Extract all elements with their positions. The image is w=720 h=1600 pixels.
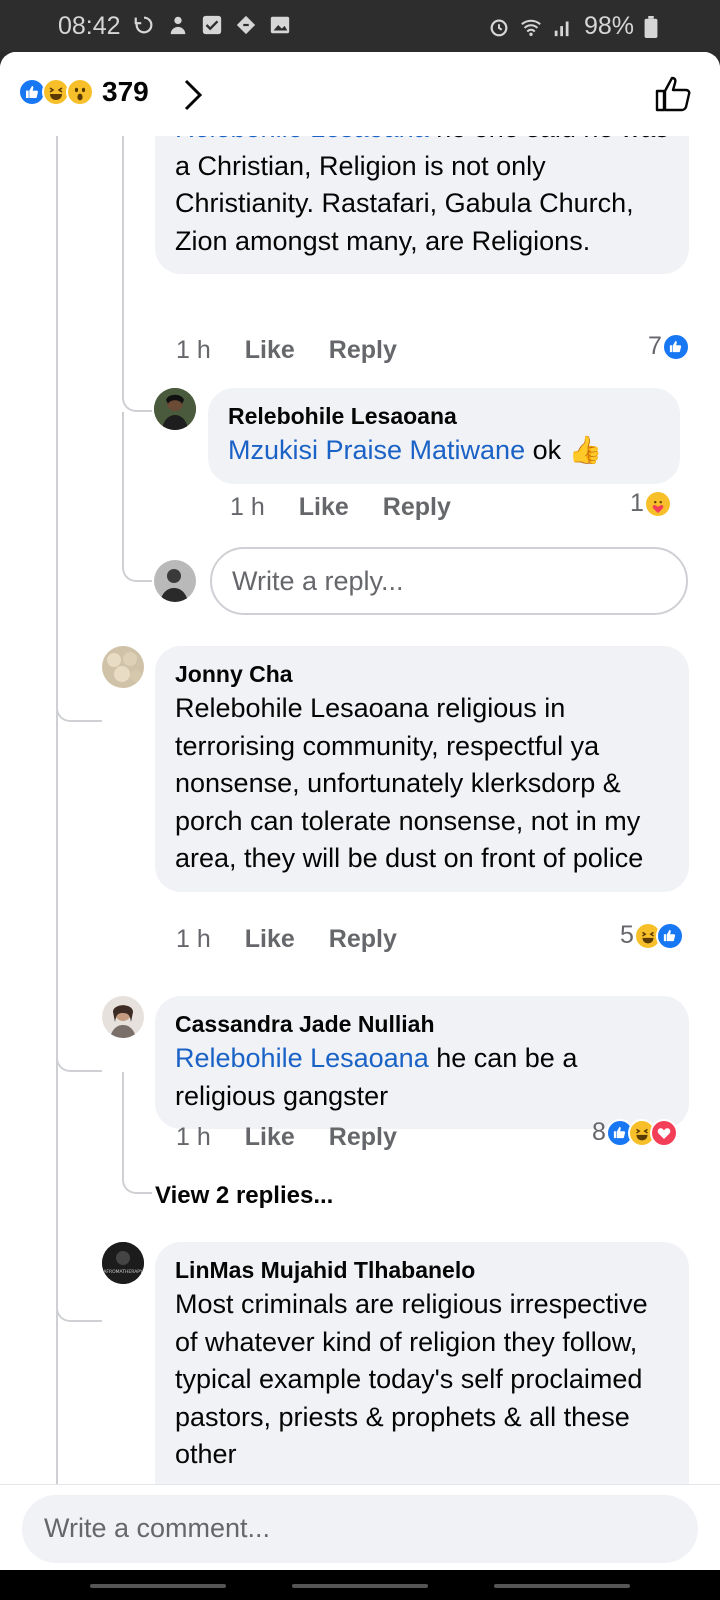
thread-connector [122, 372, 152, 412]
avatar[interactable] [102, 996, 144, 1038]
reaction-count: 5 [620, 921, 634, 949]
thread-connector [56, 662, 102, 722]
like-button[interactable]: Like [245, 336, 295, 365]
thread-connector [56, 1012, 102, 1072]
back-button[interactable] [494, 1584, 630, 1588]
like-post-icon[interactable] [654, 74, 694, 114]
wifi-icon [521, 19, 541, 36]
comment-bubble[interactable]: Jonny Cha Relebohile Lesaoana religious … [155, 646, 689, 892]
comment-time: 1 h [176, 925, 211, 953]
commenter-name[interactable]: Relebohile Lesaoana [228, 400, 660, 432]
comment-bubble[interactable]: Cassandra Jade Nulliah Relebohile Lesaoa… [155, 996, 689, 1129]
comment-time: 1 h [176, 336, 211, 364]
care-reaction-icon [643, 489, 672, 518]
thread-connector [122, 412, 152, 582]
status-time: 08:42 [58, 12, 121, 40]
image-icon [270, 16, 290, 34]
comment-actions: 1 h Like Reply [176, 1123, 397, 1152]
comment-actions: 1 h Like Reply [176, 336, 397, 365]
reply-bubble[interactable]: Relebohile Lesaoana Mzukisi Praise Matiw… [208, 388, 680, 484]
comments-sheet: 379 Relebohile Lesaoana no one said he w… [0, 52, 720, 1570]
recents-button[interactable] [90, 1584, 226, 1588]
avatar[interactable] [102, 646, 144, 688]
diamond-icon [236, 15, 256, 35]
commenter-name[interactable]: Jonny Cha [175, 658, 669, 690]
chevron-right-icon[interactable] [178, 78, 208, 112]
alarm-icon [490, 18, 508, 36]
reply-button[interactable]: Reply [329, 1123, 397, 1152]
reply-input[interactable]: Write a reply... [210, 547, 688, 615]
like-button[interactable]: Like [299, 493, 349, 522]
status-bar: 08:42 98% [0, 0, 720, 52]
like-button[interactable]: Like [245, 1123, 295, 1152]
battery-percent: 98% [583, 12, 634, 40]
love-reaction-icon [649, 1118, 678, 1147]
thread-connector [122, 1072, 152, 1194]
thread-line [122, 136, 124, 386]
my-avatar [154, 560, 196, 602]
like-reaction-icon [661, 332, 690, 361]
avatar[interactable] [154, 388, 196, 430]
comment-composer: Write a comment... [0, 1484, 720, 1570]
commenter-name[interactable]: Cassandra Jade Nulliah [175, 1008, 669, 1040]
comment-body: ok 👍 [525, 435, 603, 465]
comment-reactions[interactable]: 1 [630, 489, 672, 518]
comment-actions: 1 h Like Reply [176, 925, 397, 954]
comment-time: 1 h [176, 1123, 211, 1151]
reaction-count: 1 [630, 489, 644, 517]
thread-line [56, 136, 58, 1536]
reply-button[interactable]: Reply [329, 336, 397, 365]
comment-text: Relebohile Lesaoana religious in terrori… [175, 693, 644, 873]
mention-link[interactable]: Mzukisi Praise Matiwane [228, 435, 525, 465]
comment-text: Most criminals are religious irrespectiv… [175, 1289, 648, 1469]
system-nav-bar [0, 1570, 720, 1600]
comment-time: 1 h [230, 493, 265, 521]
sync-icon [134, 16, 153, 34]
comments-header: 379 [0, 52, 720, 136]
view-replies-link[interactable]: View 2 replies... [155, 1182, 333, 1210]
reaction-count: 379 [102, 76, 149, 107]
avatar-label: AFROMATHERAPY [103, 1269, 143, 1275]
reaction-count: 8 [592, 1118, 606, 1146]
comment-text: Mzukisi Praise Matiwane ok 👍 [228, 432, 660, 470]
reply-button[interactable]: Reply [383, 493, 451, 522]
reaction-summary[interactable]: 379 [18, 76, 149, 108]
notification-icons [133, 14, 291, 36]
comment-reactions[interactable]: 7 [648, 332, 690, 361]
like-button[interactable]: Like [245, 925, 295, 954]
thread-connector [56, 1262, 102, 1322]
comment-actions: 1 h Like Reply [230, 493, 451, 522]
comment-input[interactable]: Write a comment... [22, 1495, 698, 1563]
system-status: 98% [488, 12, 658, 41]
person-icon [170, 16, 186, 35]
check-icon [202, 15, 222, 35]
home-button[interactable] [292, 1584, 428, 1588]
mention-link[interactable]: Relebohile Lesaoana [175, 1043, 429, 1073]
reply-button[interactable]: Reply [329, 925, 397, 954]
wow-reaction-icon [66, 78, 94, 106]
commenter-name[interactable]: LinMas Mujahid Tlhabanelo [175, 1254, 669, 1286]
reaction-count: 7 [648, 332, 662, 360]
avatar[interactable]: AFROMATHERAPY [102, 1242, 144, 1284]
signal-icon [554, 21, 569, 36]
comment-reactions[interactable]: 8 [592, 1118, 678, 1147]
like-reaction-icon [655, 921, 684, 950]
battery-icon [644, 15, 658, 38]
comment-text: Relebohile Lesaoana he can be a religiou… [175, 1040, 669, 1115]
comment-reactions[interactable]: 5 [620, 921, 684, 950]
